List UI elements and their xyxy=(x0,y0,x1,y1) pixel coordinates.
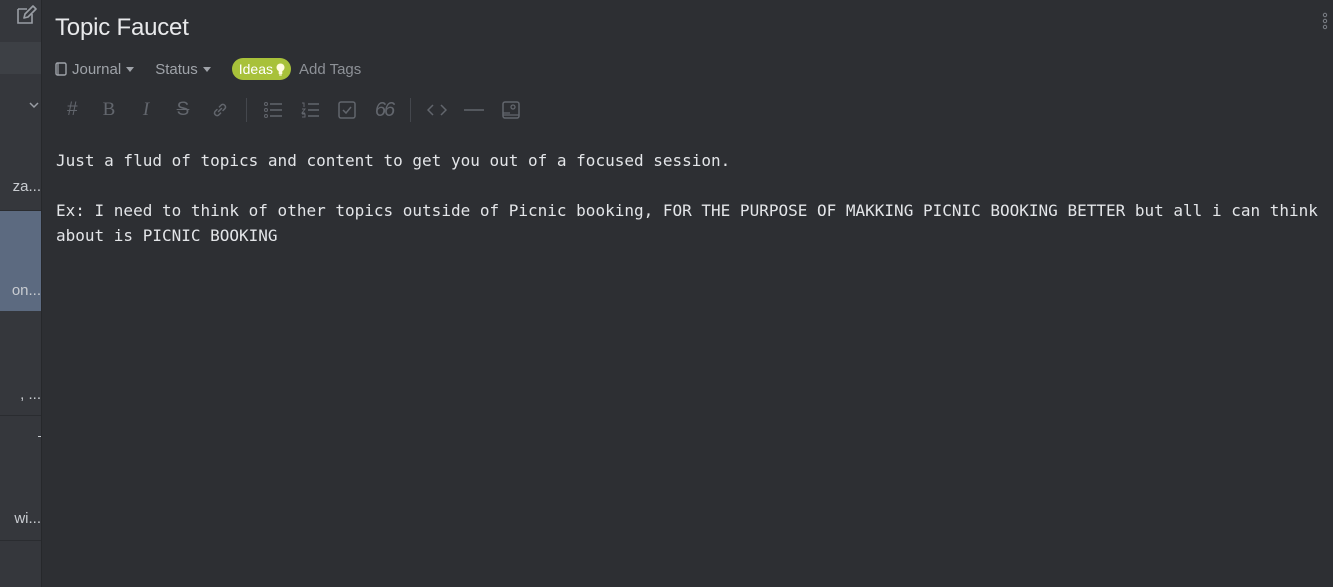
list-item-fragment[interactable]: wi... xyxy=(14,510,41,527)
status-label: Status xyxy=(155,60,198,78)
strikethrough-icon[interactable]: S xyxy=(172,99,194,121)
note-meta-bar: Journal Status Ideas Add Tags xyxy=(55,58,361,80)
compose-icon[interactable] xyxy=(15,4,37,26)
checkbox-icon[interactable] xyxy=(336,99,358,121)
horizontal-rule-icon[interactable] xyxy=(463,99,485,121)
note-editor: Topic Faucet Journal Status Ideas Add Ta… xyxy=(41,0,1333,587)
list-item-fragment[interactable]: on... xyxy=(12,282,41,299)
note-title[interactable]: Topic Faucet xyxy=(55,14,189,42)
bold-icon[interactable]: B xyxy=(98,99,120,121)
body-paragraph[interactable]: Ex: I need to think of other topics outs… xyxy=(56,198,1331,248)
caret-down-icon xyxy=(126,66,135,72)
image-icon[interactable] xyxy=(500,99,522,121)
quote-icon[interactable]: 66 xyxy=(373,99,395,121)
notebook-selector[interactable]: Journal xyxy=(55,61,139,78)
search-bar[interactable] xyxy=(0,42,41,74)
heading-icon[interactable]: # xyxy=(61,99,83,121)
list-item-fragment[interactable]: , ... xyxy=(20,386,41,403)
tag-ideas[interactable]: Ideas xyxy=(231,58,291,80)
caret-down-icon xyxy=(202,66,211,72)
chevron-icon[interactable] xyxy=(29,100,39,110)
status-selector[interactable]: Status xyxy=(155,61,216,78)
code-icon[interactable] xyxy=(426,99,448,121)
link-icon[interactable] xyxy=(209,99,231,121)
format-toolbar: # B I S 66 xyxy=(61,97,537,123)
tag-label: Ideas xyxy=(238,61,273,77)
notes-list-pane: za... on... , ... wi... xyxy=(0,0,42,587)
numbered-list-icon[interactable] xyxy=(299,99,321,121)
notebook-label: Journal xyxy=(72,60,122,78)
note-body[interactable]: Just a flud of topics and content to get… xyxy=(56,148,1331,248)
add-tags-button[interactable]: Add Tags xyxy=(299,61,361,78)
more-options-icon[interactable] xyxy=(1321,12,1329,30)
notebook-icon xyxy=(55,62,67,76)
italic-icon[interactable]: I xyxy=(135,99,157,121)
body-paragraph[interactable]: Just a flud of topics and content to get… xyxy=(56,148,1331,173)
list-item-fragment[interactable]: za... xyxy=(13,178,41,195)
bulleted-list-icon[interactable] xyxy=(262,99,284,121)
lightbulb-icon xyxy=(276,63,285,76)
